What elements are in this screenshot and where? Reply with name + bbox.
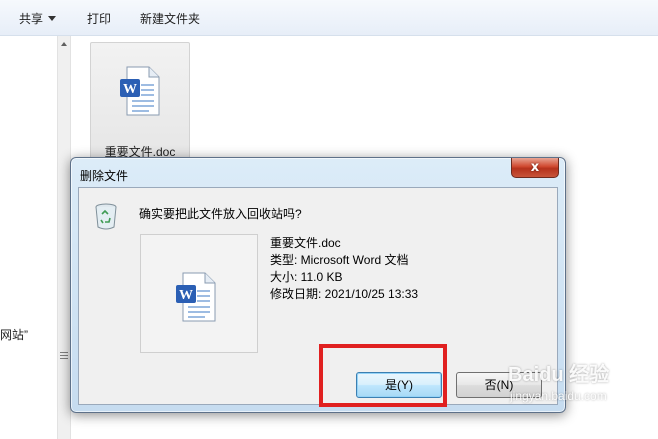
scroll-grip-icon[interactable]: [60, 352, 68, 360]
command-bar: 共享 打印 新建文件夹: [0, 0, 658, 36]
file-info-type: 类型: Microsoft Word 文档: [270, 253, 409, 267]
print-button[interactable]: 打印: [87, 10, 111, 27]
watermark-url: jingyan.baidu.com: [510, 389, 607, 403]
share-button[interactable]: 共享: [19, 10, 57, 27]
navigation-pane: 网站”: [0, 36, 57, 439]
share-label: 共享: [19, 12, 44, 26]
confirm-question: 确实要把此文件放入回收站吗?: [139, 207, 302, 221]
file-info-size: 大小: 11.0 KB: [270, 270, 343, 284]
file-info-modified: 修改日期: 2021/10/25 13:33: [270, 287, 419, 301]
baidu-watermark: Baidu 经验 jingyan.baidu.com: [508, 358, 609, 403]
close-icon: x: [530, 160, 540, 175]
word-document-icon: W: [176, 272, 216, 322]
delete-file-dialog: 删除文件 x 确实要把此文件放入回收站吗? W 重要文件.doc 类型: Mic…: [70, 157, 566, 413]
file-preview: W: [140, 234, 258, 353]
nav-scrollbar[interactable]: [57, 36, 71, 439]
chevron-down-icon: [48, 16, 57, 21]
file-info: 重要文件.doc 类型: Microsoft Word 文档 大小: 11.0 …: [270, 235, 418, 303]
dialog-title: 删除文件: [80, 169, 129, 183]
svg-text:W: W: [179, 288, 193, 303]
yes-button[interactable]: 是(Y): [356, 372, 442, 398]
recycle-bin-icon: [95, 203, 117, 230]
dialog-body: 确实要把此文件放入回收站吗? W 重要文件.doc 类型: Microsoft …: [78, 187, 558, 407]
watermark-logo: Baidu 经验: [508, 364, 610, 386]
nav-item-fragment[interactable]: 网站”: [0, 326, 28, 343]
file-info-name: 重要文件.doc: [270, 236, 341, 250]
file-item[interactable]: W 重要文件.doc: [90, 42, 190, 160]
scroll-up-icon[interactable]: [61, 42, 67, 46]
new-folder-button[interactable]: 新建文件夹: [140, 10, 200, 27]
word-document-icon: W: [120, 66, 160, 116]
svg-text:W: W: [123, 82, 137, 97]
close-button[interactable]: x: [511, 158, 559, 178]
